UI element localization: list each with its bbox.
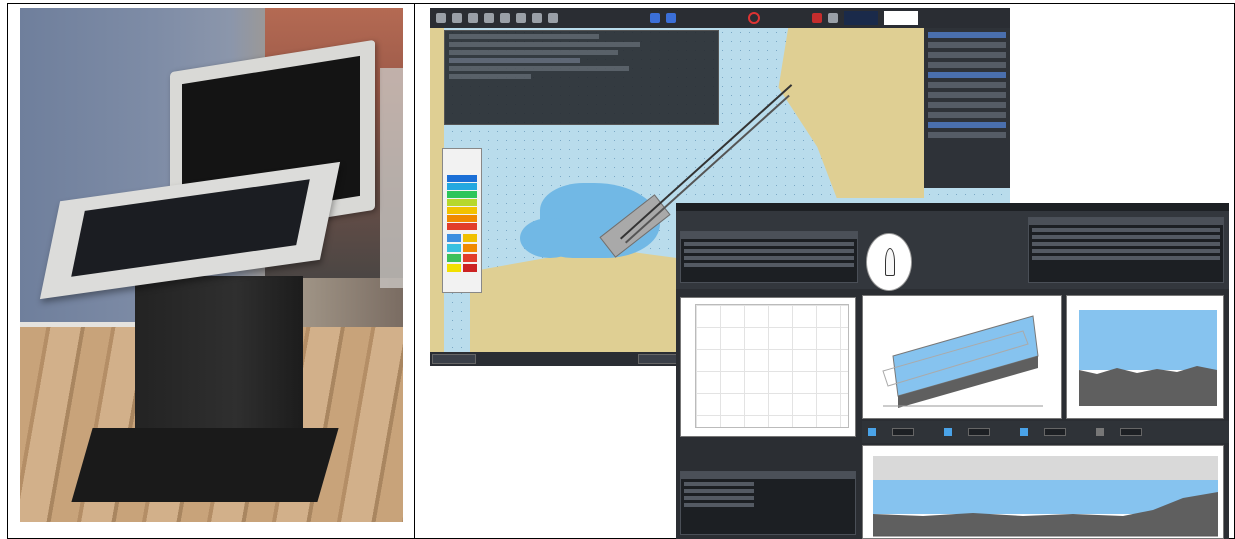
ship-icon: [885, 248, 895, 276]
field-2[interactable]: [968, 428, 990, 436]
toggle-1[interactable]: [868, 428, 876, 436]
line-plot-panel: [680, 297, 856, 437]
pin-icon[interactable]: [548, 13, 558, 23]
analysis-titlebar: [676, 203, 1229, 211]
display-button[interactable]: [666, 13, 676, 23]
depth-legend: [442, 148, 482, 293]
3d-surface-plot: [862, 295, 1062, 419]
heading-compass: [866, 233, 912, 291]
area-plot-graphic: [1079, 310, 1217, 406]
glass-partition: [380, 68, 403, 288]
globe-icon[interactable]: [468, 13, 478, 23]
time-readout: [844, 11, 878, 25]
scale-button[interactable]: [432, 354, 476, 364]
field-1[interactable]: [892, 428, 914, 436]
console-base: [71, 428, 339, 502]
analysis-summary-area: [676, 211, 1229, 291]
ship-icon[interactable]: [532, 13, 542, 23]
ecdis-toolbar: [430, 8, 1010, 28]
event-log-table: [680, 471, 856, 535]
analysis-window: [676, 203, 1229, 539]
settings-icon[interactable]: [484, 13, 494, 23]
route-info-panel: [444, 30, 719, 125]
menu-icon[interactable]: [436, 13, 446, 23]
toggle-4[interactable]: [1096, 428, 1104, 436]
shallow-water-area-2: [520, 218, 580, 258]
ecdis-console-photo: [20, 8, 403, 522]
plot-controls: [862, 421, 1229, 443]
layers-icon[interactable]: [500, 13, 510, 23]
toggle-2[interactable]: [944, 428, 952, 436]
alarm-list-table: [1028, 217, 1224, 283]
target-icon[interactable]: [828, 13, 838, 23]
field-4[interactable]: [1120, 428, 1142, 436]
route-icon[interactable]: [516, 13, 526, 23]
figure-divider: [414, 4, 415, 538]
area-plot-panel: [1066, 295, 1224, 419]
stop-button[interactable]: [812, 13, 822, 23]
ship-data-table: [680, 231, 858, 283]
field-3[interactable]: [1044, 428, 1066, 436]
3d-surface-graphic: [882, 315, 1043, 408]
mode-button[interactable]: [650, 13, 660, 23]
timeseries-plot-panel: [862, 445, 1224, 539]
toggle-3[interactable]: [1020, 428, 1028, 436]
alarm-icon[interactable]: [748, 12, 760, 24]
position-readout: [884, 11, 918, 25]
ship-status-panel: [924, 28, 1010, 188]
chart-icon[interactable]: [452, 13, 462, 23]
timeseries-graphic: [873, 456, 1218, 537]
